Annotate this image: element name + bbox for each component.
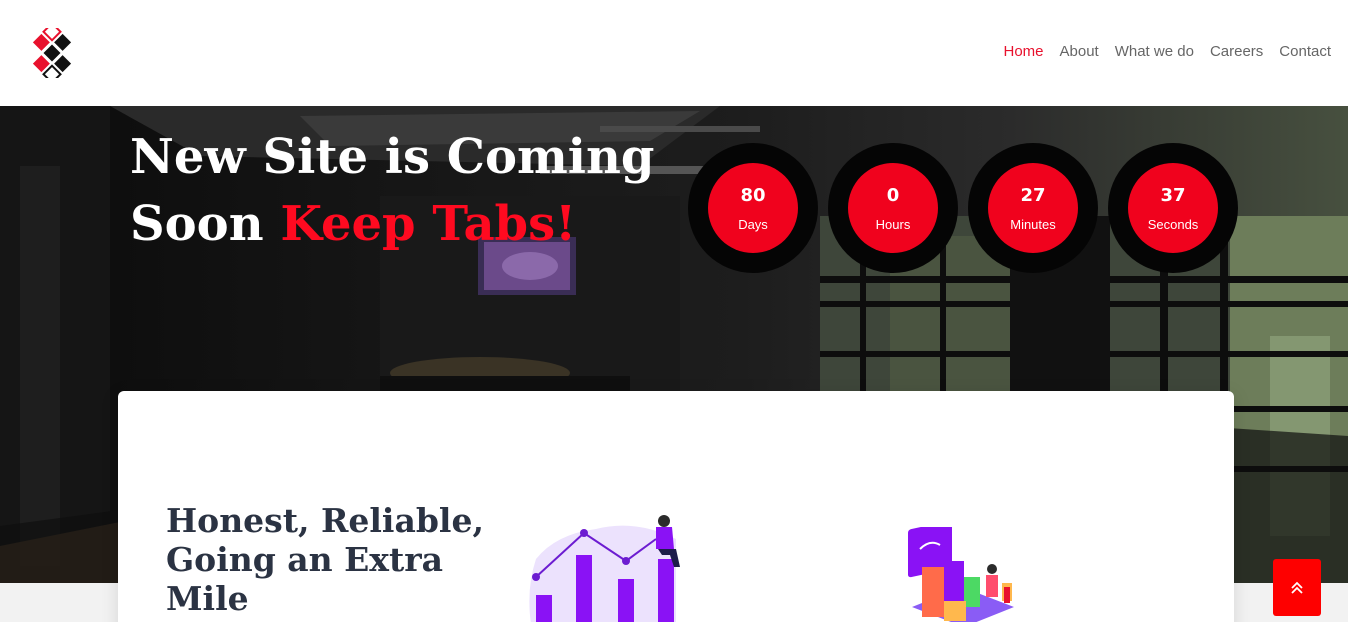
features-heading: Honest, Reliable, Going an Extra Mile <box>166 501 484 618</box>
seconds-value: 37 <box>1160 184 1186 206</box>
headline-keep-tabs: Keep Tabs! <box>280 196 577 252</box>
headline-line-1: New Site is Coming <box>130 129 655 185</box>
double-chevron-up-icon <box>1291 581 1303 594</box>
countdown-minutes: 27 Minutes <box>968 143 1098 273</box>
back-to-top-button[interactable] <box>1273 559 1321 616</box>
minutes-label: Minutes <box>1010 216 1056 232</box>
days-label: Days <box>738 216 768 232</box>
features-card: Honest, Reliable, Going an Extra Mile <box>118 391 1234 622</box>
nav-about[interactable]: About <box>1060 43 1099 60</box>
headline-soon: Soon <box>130 196 264 252</box>
countdown-timer: 80 Days 0 Hours 27 Minutes 37 Seconds <box>688 143 1238 273</box>
nav-careers[interactable]: Careers <box>1210 43 1263 60</box>
seconds-label: Seconds <box>1147 216 1199 232</box>
main-nav: Home About What we do Careers Contact <box>1004 43 1332 60</box>
days-value: 80 <box>740 184 766 206</box>
countdown-hours: 0 Hours <box>828 143 958 273</box>
nav-what-we-do[interactable]: What we do <box>1115 43 1194 60</box>
nav-contact[interactable]: Contact <box>1279 43 1331 60</box>
nav-home[interactable]: Home <box>1004 43 1044 60</box>
hours-value: 0 <box>886 184 900 206</box>
site-header: Home About What we do Careers Contact <box>0 0 1348 106</box>
minutes-value: 27 <box>1020 184 1046 206</box>
hours-label: Hours <box>875 216 911 232</box>
countdown-days: 80 Days <box>688 143 818 273</box>
hero-headline: New Site is Coming Soon Keep Tabs! <box>130 124 690 258</box>
analytics-illustration <box>908 527 1014 622</box>
growth-chart-illustration <box>529 515 680 622</box>
site-logo-icon[interactable] <box>18 28 86 78</box>
countdown-seconds: 37 Seconds <box>1108 143 1238 273</box>
headline-line-2: Soon Keep Tabs! <box>130 191 690 258</box>
